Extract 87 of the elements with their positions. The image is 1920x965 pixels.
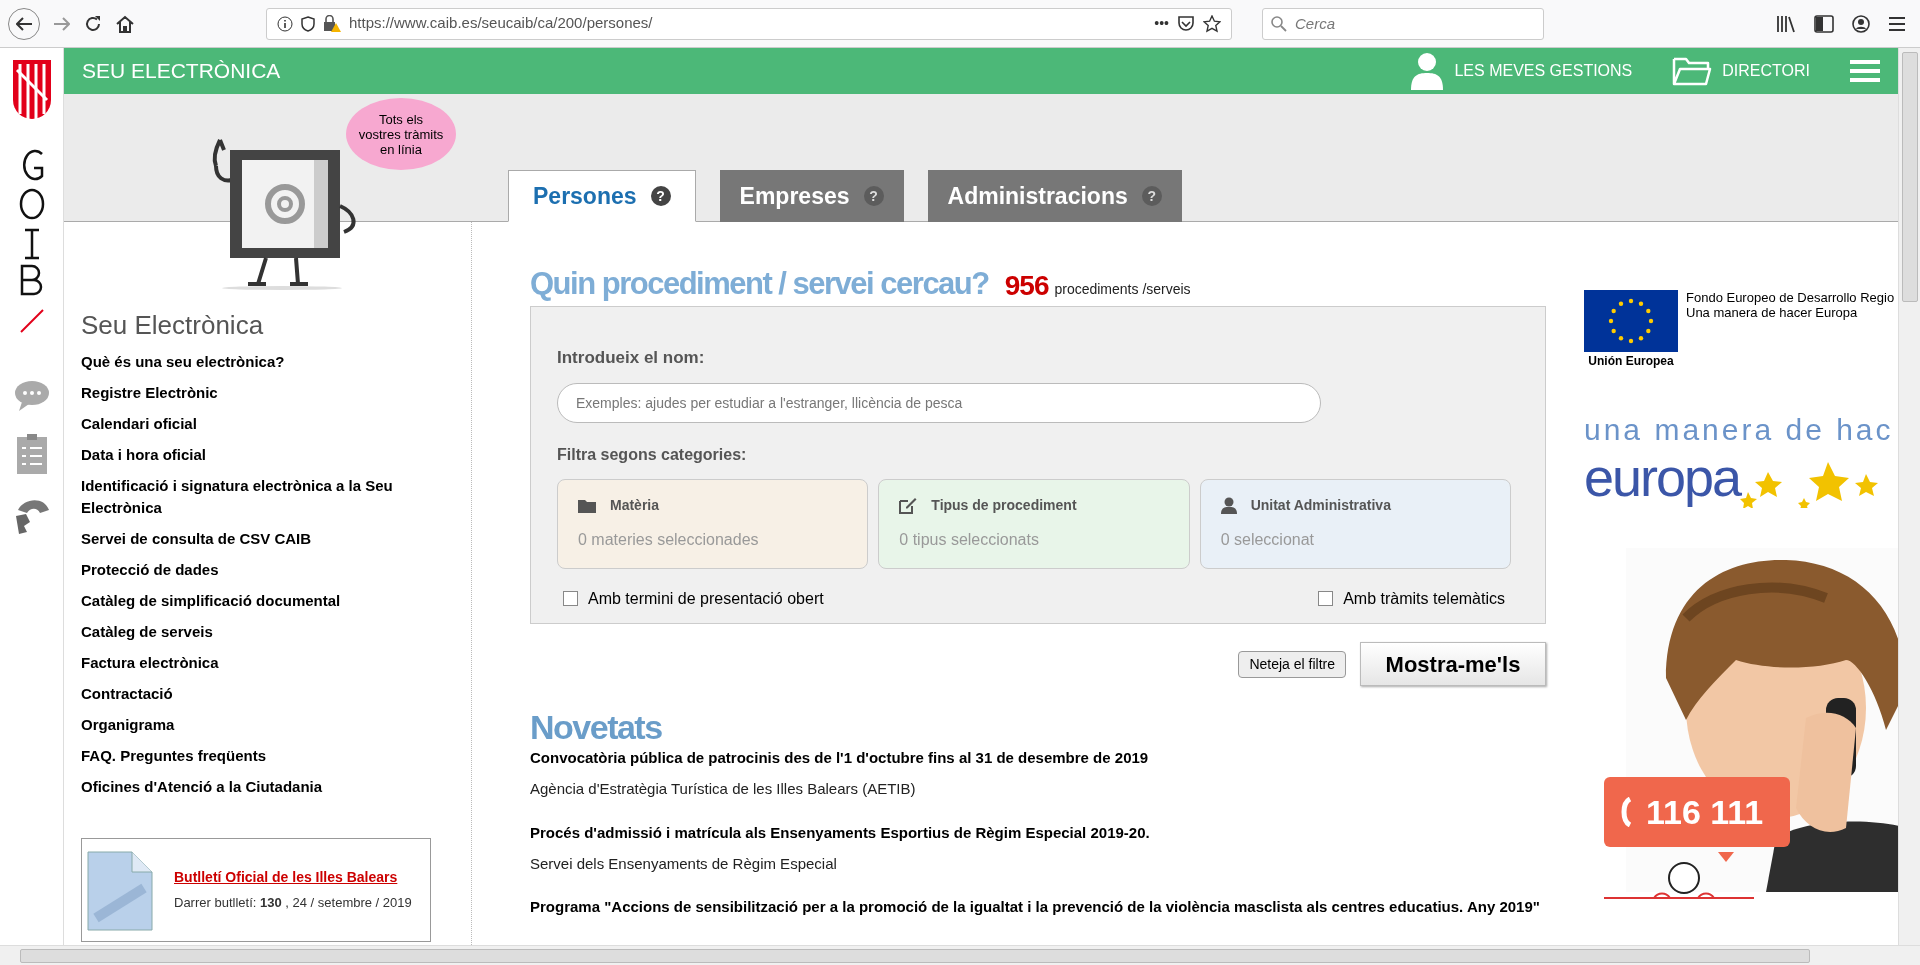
sidebar-icon[interactable]: [1814, 14, 1834, 33]
category-title: Tipus de procediment: [931, 496, 1077, 515]
tab[interactable]: Administracions ?: [927, 170, 1182, 222]
category-title: Unitat Administrativa: [1250, 496, 1391, 515]
logo-icon[interactable]: [10, 60, 53, 122]
home-icon[interactable]: [116, 14, 134, 33]
shield-icon: [301, 15, 315, 32]
search-icon: [1271, 15, 1287, 32]
result-count-label: procediments /serveis: [1054, 280, 1191, 299]
sidebar-link[interactable]: FAQ. Preguntes freqüents: [81, 745, 451, 767]
sidebar-link[interactable]: Registre Electrònic: [81, 382, 451, 404]
checkbox-label: Amb tràmits telemàtics: [1343, 588, 1505, 609]
forward-icon[interactable]: [54, 16, 70, 31]
category-summary: 0 seleccionat: [1220, 530, 1315, 550]
sidebar-link[interactable]: Catàleg de serveis: [81, 621, 451, 643]
more-actions[interactable]: •••: [1154, 13, 1169, 34]
sidebar-link[interactable]: Què és una seu electrònica?: [81, 351, 451, 373]
sidebar-link[interactable]: Organigrama: [81, 714, 451, 736]
slogan-text: una manera de hac: [1584, 414, 1895, 446]
news-title-link[interactable]: Programa "Accions de sensibilització per a la promoció de la igualtat i la prevenció de la violència masclista als centres educatius. Any 2019": [530, 897, 1546, 917]
vertical-scrollbar[interactable]: [1898, 48, 1920, 945]
category-card[interactable]: Matèria 0 materies seleccionades: [557, 478, 869, 569]
folder-icon: [578, 498, 596, 513]
eu-flag-icon: [1584, 290, 1678, 352]
url-text: https://www.caib.es/seucaib/ca/200/persones/: [349, 13, 654, 34]
pocket-icon[interactable]: [1177, 15, 1195, 32]
boib-link[interactable]: Butlletí Oficial de les Illes Balears: [174, 867, 412, 888]
slogan-word: europa: [1584, 446, 1741, 508]
filter-label: Filtra segons categories:: [557, 444, 748, 465]
eu-text: Fondo Europeo de Desarrollo Regio: [1686, 290, 1895, 305]
news-source: Servei dels Ensenyaments de Règim Especial: [530, 853, 838, 874]
news-title-link[interactable]: Procés d'admissió i matrícula als Ensenyaments Esportius de Règim Especial 2019-20.: [530, 822, 1546, 843]
sidebar-link[interactable]: Calendari oficial: [81, 413, 451, 435]
field-label: Introdueix el nom:: [557, 347, 706, 369]
category-card[interactable]: Tipus de procediment 0 tipus seleccionats: [878, 478, 1190, 569]
edit-icon: [899, 497, 918, 514]
help-icon[interactable]: ?: [650, 186, 671, 206]
user-icon: [1220, 497, 1237, 514]
help-icon[interactable]: ?: [863, 186, 884, 206]
sidebar-link[interactable]: Catàleg de simplificació documental: [81, 590, 451, 612]
scrollbar-thumb[interactable]: [20, 948, 1810, 963]
sidebar-link[interactable]: Factura electrònica: [81, 652, 451, 674]
name-input-field[interactable]: Exemples: ajudes per estudiar a l'estranger, llicència de pesca: [557, 382, 1321, 423]
library-icon[interactable]: [1776, 14, 1796, 33]
account-icon[interactable]: [1852, 14, 1870, 33]
star-icon[interactable]: [1203, 14, 1221, 33]
warning-lock-icon: [323, 14, 341, 33]
search-heading: Quin procediment / servei cercau?: [530, 266, 989, 302]
clipboard-icon[interactable]: [15, 434, 48, 474]
result-count: 956: [1004, 270, 1049, 302]
folder-icon: [1672, 56, 1713, 86]
horizontal-scrollbar[interactable]: [0, 945, 1920, 965]
news-title: Novetats: [530, 708, 663, 746]
sidebar-link[interactable]: Servei de consulta de CSV CAIB: [81, 528, 451, 550]
sidebar-link[interactable]: Data i hora oficial: [81, 444, 451, 466]
search-field[interactable]: Cerca: [1262, 7, 1544, 40]
menu-icon[interactable]: [1888, 15, 1906, 32]
checkbox[interactable]: [1318, 591, 1334, 606]
sidebar-link[interactable]: Oficines d'Atenció a la Ciutadania: [81, 776, 451, 798]
show-results-button[interactable]: Mostra-me'ls: [1360, 642, 1546, 686]
eu-text: Una manera de hacer Europa: [1686, 305, 1859, 320]
checkbox-label: Amb termini de presentació obert: [588, 588, 824, 609]
category-summary: 0 materies seleccionades: [578, 530, 759, 550]
speech-bubble: Tots els vostres tràmits en línia: [346, 98, 456, 170]
category-summary: 0 tipus seleccionats: [899, 530, 1039, 550]
sidebar-title: Seu Electrònica: [81, 309, 265, 342]
news-title-link[interactable]: Convocatòria pública de patrocinis des de l'1 d'octubre fins al 31 de desembre de 2019: [530, 748, 1546, 768]
user-icon: [1410, 52, 1445, 90]
clear-filter-button[interactable]: Neteja el filtre: [1238, 650, 1346, 678]
scrollbar-thumb[interactable]: [1901, 52, 1918, 302]
tab[interactable]: Empreses ?: [719, 170, 904, 222]
help-icon[interactable]: ?: [1141, 186, 1162, 206]
news-source: Agència d'Estratègia Turística de les Illes Balears (AETIB): [530, 779, 917, 799]
sidebar-link[interactable]: Identificació i signatura electrònica a la Seu Electrònica: [81, 475, 451, 519]
helpline-number: 116 111: [1646, 791, 1764, 833]
back-arrow-icon: [16, 16, 32, 31]
category-card[interactable]: Unitat Administrativa 0 seleccionat: [1199, 478, 1511, 569]
boib-text: Darrer butlletí: 130 , 24 / setembre / 2019: [174, 894, 412, 912]
sidebar-link[interactable]: Contractació: [81, 683, 451, 705]
category-title: Matèria: [610, 496, 660, 515]
eu-caption: Unión Europea: [1588, 353, 1674, 370]
url-field[interactable]: https://www.caib.es/seucaib/ca/200/persones/ •••: [266, 7, 1232, 40]
sidebar-link[interactable]: Protecció de dades: [81, 559, 451, 581]
checkbox[interactable]: [563, 591, 578, 606]
reload-icon[interactable]: [84, 14, 102, 33]
tab[interactable]: Persones ?: [508, 170, 696, 222]
info-icon: [277, 15, 293, 32]
